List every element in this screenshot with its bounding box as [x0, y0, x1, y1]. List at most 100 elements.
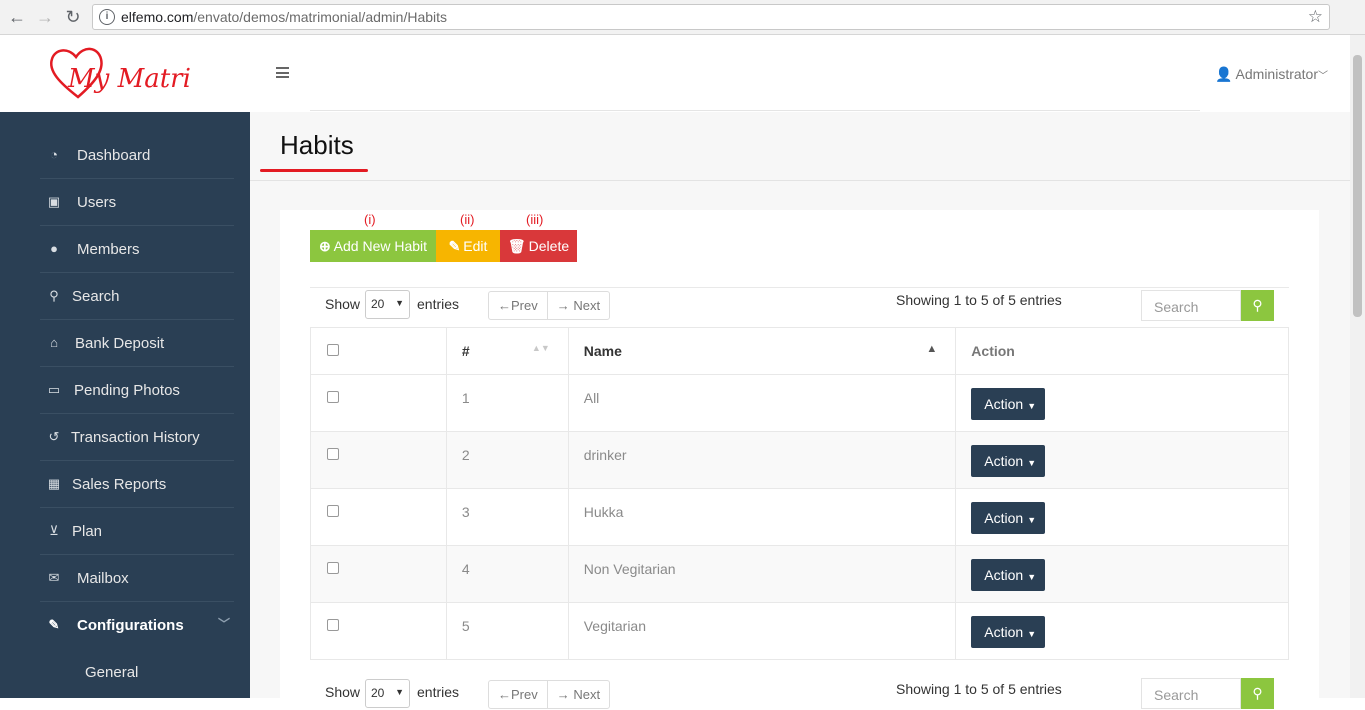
sidebar-item-label: Mailbox — [77, 570, 129, 587]
row-number: 4 — [445, 545, 569, 603]
entries-label: entries — [417, 296, 460, 312]
sidebar-subitem-general[interactable]: General — [85, 664, 138, 681]
row-checkbox[interactable] — [327, 391, 339, 403]
edit-label: Edit — [463, 238, 488, 254]
trash-icon: 🗑 — [507, 238, 526, 254]
sidebar-item-mailbox[interactable]: ✉ Mailbox — [40, 555, 234, 602]
select-all-cell — [310, 327, 447, 375]
edit-icon: ✎ — [448, 238, 461, 254]
address-bar[interactable]: i elfemo.com/envato/demos/matrimonial/ad… — [92, 4, 1330, 30]
chevron-down-icon: ﹀ — [217, 617, 230, 631]
sidebar-item-label: Bank Deposit — [75, 335, 165, 352]
search-input[interactable]: Search — [1141, 678, 1241, 709]
col-action-label: Action — [971, 343, 1015, 359]
show-label: Show — [325, 296, 361, 312]
table-icon: ▦ — [47, 476, 61, 491]
sidebar: ◔ Dashboard ▣ Users ● Members ⚲ Search ⌂ Bank… — [0, 112, 250, 698]
scrollbar[interactable] — [1350, 35, 1365, 698]
action-label: Action — [984, 624, 1024, 640]
browser-toolbar: ← → ↻ i elfemo.com/envato/demos/matrimon… — [0, 0, 1365, 35]
info-icon[interactable]: i — [99, 9, 115, 25]
row-number: 1 — [445, 374, 569, 432]
sidebar-item-transaction-history[interactable]: ↺ Transaction History — [40, 414, 234, 461]
scrollbar-thumb[interactable] — [1353, 55, 1362, 317]
search-input[interactable]: Search — [1141, 290, 1241, 321]
entries-info: Showing 1 to 5 of 5 entries — [896, 681, 1062, 697]
row-name: All — [567, 374, 957, 432]
col-name[interactable]: Name ▲ — [567, 327, 957, 375]
sidebar-item-bank-deposit[interactable]: ⌂ Bank Deposit — [40, 320, 234, 367]
add-habit-button[interactable]: ⊕ Add New Habit — [310, 230, 436, 262]
logo[interactable]: My Matri — [0, 35, 250, 112]
forward-icon[interactable]: → — [34, 6, 56, 28]
url-text: elfemo.com/envato/demos/matrimonial/admi… — [121, 9, 447, 25]
row-checkbox[interactable] — [327, 562, 339, 574]
divider — [310, 110, 1200, 111]
prev-button[interactable]: ←Prev — [489, 681, 547, 708]
edit-button[interactable]: ✎ Edit — [436, 230, 500, 262]
marker-iii: (iii) — [526, 212, 544, 227]
sidebar-item-users[interactable]: ▣ Users — [40, 179, 234, 226]
next-button[interactable]: → Next — [546, 292, 609, 319]
search-button[interactable]: ⚲ — [1241, 290, 1274, 321]
action-dropdown-button[interactable]: Action ▼ — [971, 388, 1046, 420]
sidebar-item-dashboard[interactable]: ◔ Dashboard — [40, 132, 234, 179]
menu-toggle-icon[interactable] — [276, 67, 289, 78]
delete-button[interactable]: 🗑 Delete — [500, 230, 577, 262]
action-dropdown-button[interactable]: Action ▼ — [971, 559, 1046, 591]
table-row: 1 All Action ▼ — [310, 374, 1289, 432]
sidebar-item-pending-photos[interactable]: ▭ Pending Photos — [40, 367, 234, 414]
title-underline — [260, 169, 368, 172]
page-size-select[interactable]: 20 ▼ — [365, 679, 410, 708]
sidebar-item-label: Dashboard — [77, 147, 151, 164]
col-name-label: Name — [583, 343, 622, 359]
users-icon: ● — [50, 241, 58, 256]
habits-table: # ▲▼ Name ▲ Action 1 All Action ▼ 2 drinker… — [310, 327, 1289, 660]
page-size-select[interactable]: 20 ▼ — [365, 290, 410, 319]
bookmark-star-icon[interactable]: ☆ — [1308, 7, 1323, 27]
row-number: 3 — [445, 488, 569, 546]
action-dropdown-button[interactable]: Action ▼ — [971, 502, 1046, 534]
action-dropdown-button[interactable]: Action ▼ — [971, 616, 1046, 648]
page-size-value: 20 — [371, 297, 385, 311]
entries-info: Showing 1 to 5 of 5 entries — [896, 292, 1062, 308]
sidebar-item-search[interactable]: ⚲ Search — [40, 273, 234, 320]
table-row: 4 Non Vegitarian Action ▼ — [310, 545, 1289, 603]
row-number: 5 — [445, 602, 569, 660]
sidebar-item-label: Plan — [72, 523, 103, 540]
row-checkbox[interactable] — [327, 619, 339, 631]
prev-button[interactable]: ←Prev — [489, 292, 547, 319]
sidebar-item-label: Sales Reports — [72, 476, 167, 493]
next-button[interactable]: → Next — [546, 681, 609, 708]
sidebar-item-sales-reports[interactable]: ▦ Sales Reports — [40, 461, 234, 508]
col-number[interactable]: # ▲▼ — [445, 327, 569, 375]
search-button[interactable]: ⚲ — [1241, 678, 1274, 709]
logo-heart-icon: My Matri — [49, 47, 191, 99]
caret-down-icon: ▼ — [1027, 572, 1037, 582]
row-checkbox[interactable] — [327, 448, 339, 460]
sidebar-item-configurations[interactable]: ✎ Configurations ﹀ — [40, 602, 234, 649]
delete-label: Delete — [528, 238, 570, 254]
row-checkbox-cell — [310, 488, 447, 546]
row-action-cell: Action ▼ — [955, 374, 1289, 432]
select-all-checkbox[interactable] — [327, 344, 339, 356]
row-name: Non Vegitarian — [567, 545, 957, 603]
action-dropdown-button[interactable]: Action ▼ — [971, 445, 1046, 477]
caret-down-icon: ▼ — [1027, 515, 1037, 525]
row-number: 2 — [445, 431, 569, 489]
action-label: Action — [984, 453, 1024, 469]
row-checkbox[interactable] — [327, 505, 339, 517]
sidebar-item-members[interactable]: ● Members — [40, 226, 234, 273]
top-navbar: My Matri 👤 Administrator﹀ — [0, 35, 1350, 112]
cart-icon: ⊻ — [49, 523, 59, 538]
search-icon: ⚲ — [1252, 685, 1263, 701]
row-name: drinker — [567, 431, 957, 489]
caret-down-icon: ▼ — [1027, 401, 1037, 411]
table-row: 2 drinker Action ▼ — [310, 431, 1289, 489]
sidebar-item-label: Search — [72, 288, 120, 305]
reload-icon[interactable]: ↻ — [62, 6, 84, 28]
user-menu[interactable]: 👤 Administrator﹀ — [1215, 66, 1328, 83]
back-icon[interactable]: ← — [6, 6, 28, 28]
sidebar-item-plan[interactable]: ⊻ Plan — [40, 508, 234, 555]
sort-icon: ▲▼ — [531, 343, 550, 353]
